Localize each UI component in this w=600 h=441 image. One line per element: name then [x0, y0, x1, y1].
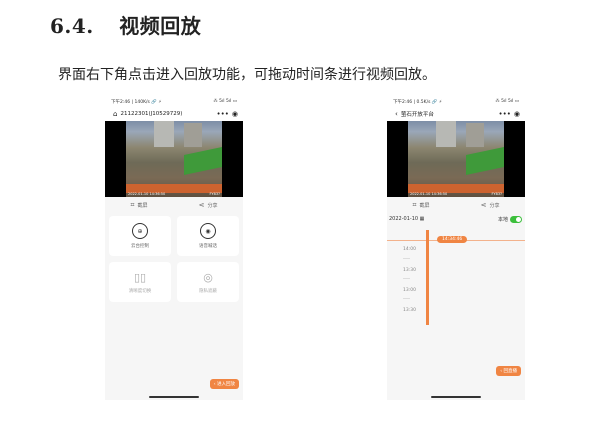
- more-icon[interactable]: •••: [217, 110, 229, 118]
- recording-segment[interactable]: [426, 230, 429, 325]
- screenshot-label: 截屏: [419, 202, 430, 209]
- share-button[interactable]: ⋖ 分享: [199, 201, 218, 209]
- date-picker[interactable]: 2022-01-10 ▦: [389, 216, 424, 222]
- crop-icon: ⌗: [412, 200, 417, 209]
- close-miniapp-icon[interactable]: ◉: [232, 110, 238, 118]
- video-watermark: FY83?: [491, 192, 502, 196]
- device-title: 21122301(J10529729): [120, 110, 183, 117]
- nav-bar: ‹ 萤石开放平台 ••• ◉: [387, 106, 525, 121]
- ptz-control-card[interactable]: ⊕ 云台控制: [109, 216, 171, 256]
- local-toggle-group: 本地: [497, 215, 522, 223]
- control-grid: ⊕ 云台控制 ◉ 语音喊话 ▯▯ 清晰度切换 ◎ 隐私遮蔽: [105, 213, 243, 305]
- share-label: 分享: [489, 203, 500, 209]
- voice-talk-card[interactable]: ◉ 语音喊话: [177, 216, 239, 256]
- tick: [403, 258, 410, 259]
- share-icon: ⋖: [480, 201, 487, 209]
- screenshot-button[interactable]: ⌗ 截屏: [131, 201, 148, 210]
- video-timestamp: 2022-01-10 14:36:50: [410, 192, 448, 196]
- construction-site-video: 2022-01-10 14:36:50 FY83?: [126, 121, 222, 197]
- status-time: 下午2:46 | 0.5K/s 🔗 ⚡: [393, 99, 443, 105]
- calendar-icon: ▦: [419, 216, 425, 222]
- tick: [403, 298, 410, 299]
- nav-bar: ⌂ 21122301(J10529729) ••• ◉: [105, 106, 243, 121]
- video-watermark: FY83?: [209, 192, 220, 196]
- close-miniapp-icon[interactable]: ◉: [514, 110, 520, 118]
- app-title: 萤石开放平台: [400, 111, 434, 118]
- time-label: 14:00: [403, 247, 416, 252]
- back-icon[interactable]: ‹: [395, 110, 398, 118]
- share-label: 分享: [207, 203, 218, 209]
- date-value: 2022-01-10: [389, 216, 419, 222]
- status-bar: 下午2:46 | 0.5K/s 🔗 ⚡ ⁂ 5ıl 5ıl ▭: [387, 97, 525, 106]
- status-indicators: ⁂ 5ıl 5ıl ▭: [495, 99, 519, 104]
- local-toggle[interactable]: [510, 215, 522, 223]
- time-label: 13:30: [403, 268, 416, 273]
- card-label: 清晰度切换: [128, 289, 152, 294]
- playback-timeline[interactable]: 14:34:46 14:00 13:30 13:00 13:30: [387, 225, 525, 355]
- status-time: 下午2:46 | 140K/s 🔗 ⚡: [111, 99, 162, 105]
- tick: [403, 278, 410, 279]
- section-heading: 6.4. 视频回放: [50, 10, 201, 39]
- video-player[interactable]: 2022-01-10 14:36:50 FY83?: [387, 121, 525, 197]
- home-indicator: [431, 396, 481, 398]
- card-label: 云台控制: [131, 244, 149, 249]
- section-number: 6.4.: [50, 14, 94, 38]
- phone-screenshot-playback: 下午2:46 | 0.5K/s 🔗 ⚡ ⁂ 5ıl 5ıl ▭ ‹ 萤石开放平台…: [387, 97, 525, 400]
- time-label: 13:30: [403, 308, 416, 313]
- back-to-live-button[interactable]: ‹ 回直播: [496, 366, 521, 376]
- share-button[interactable]: ⋖ 分享: [481, 201, 500, 209]
- video-timestamp: 2022-01-10 14:36:50: [128, 192, 166, 196]
- home-indicator: [149, 396, 199, 398]
- construction-site-video: 2022-01-10 14:36:50 FY83?: [408, 121, 504, 197]
- share-icon: ⋖: [198, 201, 205, 209]
- date-row: 2022-01-10 ▦ 本地: [387, 213, 525, 225]
- ptz-icon: ⊕: [132, 223, 148, 239]
- time-label: 13:00: [403, 288, 416, 293]
- crop-icon: ⌗: [130, 200, 135, 209]
- phone-screenshot-live: 下午2:46 | 140K/s 🔗 ⚡ ⁂ 5ıl 5ıl ▭ ⌂ 211223…: [105, 97, 243, 400]
- video-player[interactable]: 2022-01-10 14:36:50 FY83?: [105, 121, 243, 197]
- action-row: ⌗ 截屏 ⋖ 分享: [387, 197, 525, 213]
- status-bar: 下午2:46 | 140K/s 🔗 ⚡ ⁂ 5ıl 5ıl ▭: [105, 97, 243, 106]
- screenshot-button[interactable]: ⌗ 截屏: [413, 201, 430, 210]
- card-label: 语音喊话: [199, 244, 217, 249]
- more-icon[interactable]: •••: [499, 110, 511, 118]
- resolution-icon: ▯▯: [133, 270, 147, 284]
- status-indicators: ⁂ 5ıl 5ıl ▭: [213, 99, 237, 104]
- action-row: ⌗ 截屏 ⋖ 分享: [105, 197, 243, 213]
- local-label: 本地: [497, 216, 508, 223]
- privacy-mask-card[interactable]: ◎ 隐私遮蔽: [177, 262, 239, 302]
- resolution-card[interactable]: ▯▯ 清晰度切换: [109, 262, 171, 302]
- section-title: 视频回放: [119, 14, 202, 38]
- eye-off-icon: ◎: [203, 270, 213, 284]
- screenshot-label: 截屏: [137, 202, 148, 209]
- enter-playback-button[interactable]: ‹ 进入回放: [209, 379, 239, 389]
- home-icon[interactable]: ⌂: [113, 110, 117, 118]
- intro-paragraph: 界面右下角点击进入回放功能，可拖动时间条进行视频回放。: [58, 67, 436, 83]
- current-time-pill: 14:34:46: [437, 236, 468, 243]
- microphone-icon: ◉: [200, 223, 216, 239]
- card-label: 隐私遮蔽: [199, 289, 217, 294]
